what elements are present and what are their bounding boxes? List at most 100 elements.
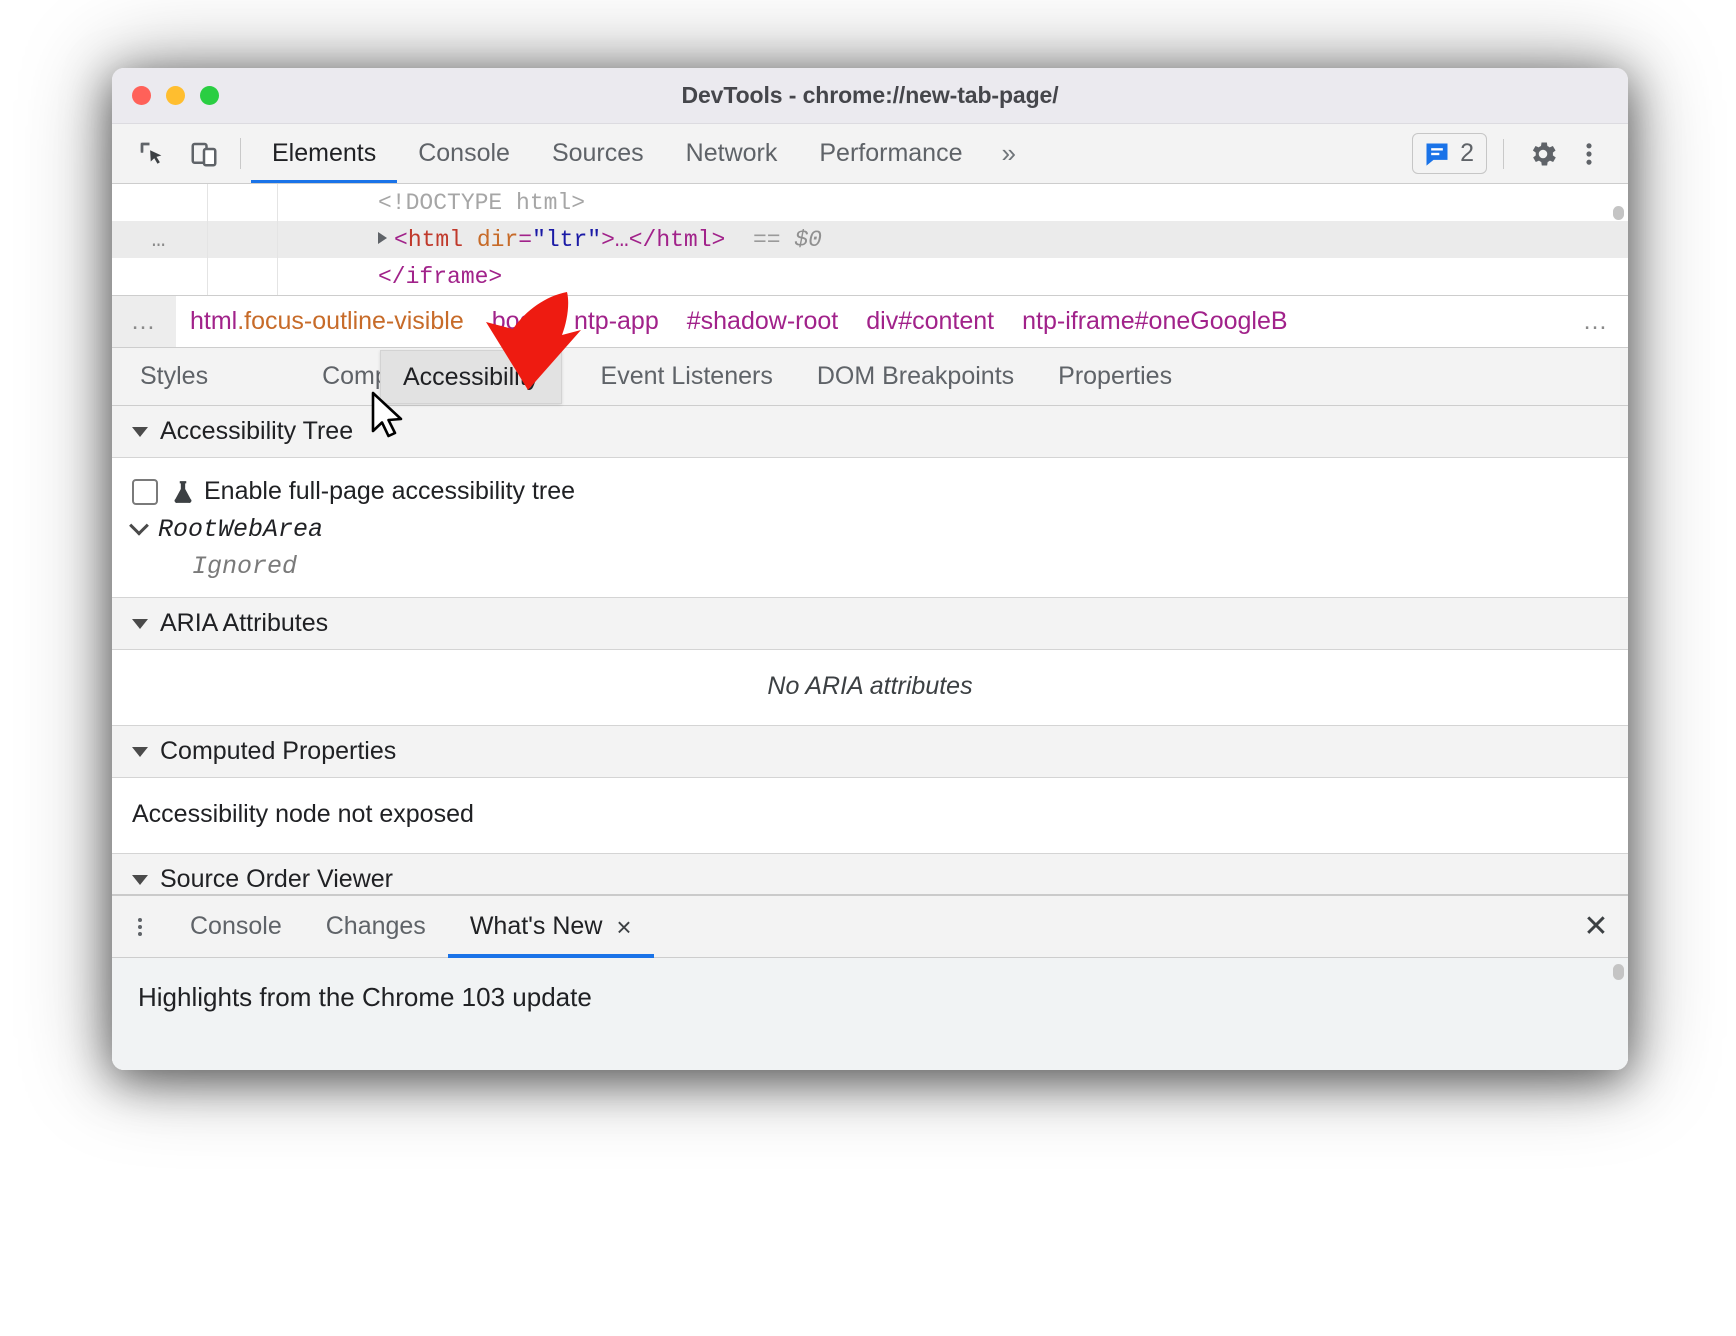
sidebar-tab-styles[interactable]: Styles — [118, 348, 230, 405]
tab-console[interactable]: Console — [397, 124, 531, 183]
tab-sources-label: Sources — [552, 139, 644, 168]
breadcrumb-item-ntp-iframe-label: ntp-iframe#oneGoogleB — [1022, 307, 1287, 335]
tab-elements[interactable]: Elements — [251, 124, 397, 183]
tab-network-label: Network — [686, 139, 778, 168]
close-drawer-icon[interactable]: ✕ — [1564, 896, 1628, 957]
toolbar-right-group: 2 — [1412, 124, 1628, 183]
section-header-computed-properties[interactable]: Computed Properties — [112, 726, 1628, 778]
dom-gutter-a — [112, 184, 208, 221]
dom-iframe-close-text: </iframe> — [278, 264, 502, 290]
screenshot-root: DevTools - chrome://new-tab-page/ — [0, 0, 1736, 1336]
dom-tag-name: html — [408, 227, 463, 253]
dom-doctype-text: <!DOCTYPE html> — [278, 190, 585, 216]
tab-elements-label: Elements — [272, 139, 376, 168]
drawer-content: Highlights from the Chrome 103 update — [112, 958, 1628, 1070]
dom-gutter-b — [208, 184, 278, 221]
drawer-kebab-menu-icon[interactable] — [112, 896, 168, 957]
dom-gutter-b — [208, 258, 278, 295]
breadcrumb-item-ntp-app[interactable]: ntp-app — [560, 307, 673, 336]
breadcrumb-overflow-left[interactable]: … — [112, 296, 176, 347]
section-title-source-order-viewer: Source Order Viewer — [160, 865, 393, 894]
sidebar-tab-accessibility[interactable]: Accessibility — [380, 350, 562, 404]
section-body-computed-properties: Accessibility node not exposed — [112, 778, 1628, 854]
breadcrumb-item-html[interactable]: html.focus-outline-visible — [176, 307, 478, 336]
drawer-tab-changes[interactable]: Changes — [304, 896, 448, 957]
breadcrumb-item-html-element: html — [190, 307, 237, 335]
gear-icon[interactable] — [1520, 131, 1566, 177]
toolbar-divider — [240, 138, 241, 169]
sidebar-tab-event-listeners[interactable]: Event Listeners — [579, 348, 795, 405]
section-header-aria-attributes[interactable]: ARIA Attributes — [112, 598, 1628, 650]
dom-html-node: <html dir="ltr">…</html> == $0 — [278, 227, 822, 253]
panel-tab-list: Elements Console Sources Network Perform… — [251, 124, 1034, 183]
experiment-flask-icon — [170, 478, 196, 506]
kebab-menu-icon[interactable] — [1566, 131, 1612, 177]
section-header-source-order-viewer[interactable]: Source Order Viewer — [112, 854, 1628, 894]
a11y-tree-node-rootwebarea[interactable]: RootWebArea — [112, 511, 1628, 548]
dom-selection-ref: $0 — [794, 227, 822, 253]
sidebar-tab-dom-breakpoints[interactable]: DOM Breakpoints — [795, 348, 1036, 405]
dom-gutter-b — [208, 221, 278, 258]
dom-gutter-a: … — [112, 221, 208, 258]
enable-full-page-tree-checkbox[interactable] — [132, 479, 158, 505]
enable-full-page-tree-label: Enable full-page accessibility tree — [204, 477, 575, 506]
tab-network[interactable]: Network — [665, 124, 799, 183]
section-body-accessibility-tree: Enable full-page accessibility tree Root… — [112, 458, 1628, 598]
devtools-drawer: Console Changes What's New × ✕ Highlight… — [112, 894, 1628, 1070]
tab-console-label: Console — [418, 139, 510, 168]
drawer-tab-console[interactable]: Console — [168, 896, 304, 957]
computed-properties-message: Accessibility node not exposed — [112, 778, 1628, 853]
drawer-scrollbar[interactable] — [1613, 964, 1624, 980]
breadcrumb-item-shadow-root[interactable]: #shadow-root — [673, 307, 852, 336]
breadcrumb-item-ntp-iframe[interactable]: ntp-iframe#oneGoogleB — [1008, 307, 1301, 336]
dom-eqeq: == — [753, 227, 781, 253]
section-title-computed-properties: Computed Properties — [160, 737, 396, 766]
dom-open-bracket: < — [394, 227, 408, 253]
sidebar-tab-properties[interactable]: Properties — [1036, 348, 1194, 405]
issues-badge[interactable]: 2 — [1412, 133, 1487, 174]
accessibility-panel: Accessibility Tree Enable full-page acce… — [112, 406, 1628, 894]
drawer-tab-whats-new[interactable]: What's New × — [448, 896, 654, 957]
aria-empty-message: No ARIA attributes — [112, 650, 1628, 725]
dom-gutter-a — [112, 258, 208, 295]
dom-close-bracket: > — [601, 227, 615, 253]
dom-row-iframe-close[interactable]: </iframe> — [112, 258, 1628, 295]
dom-collapsed-children: … — [615, 227, 629, 253]
more-tabs-chevron-icon[interactable]: » — [983, 124, 1033, 183]
devtools-window: DevTools - chrome://new-tab-page/ — [112, 68, 1628, 1070]
devtools-main-toolbar: Elements Console Sources Network Perform… — [112, 124, 1628, 184]
section-title-accessibility-tree: Accessibility Tree — [160, 417, 353, 446]
breadcrumb: … html.focus-outline-visible body ntp-ap… — [112, 296, 1628, 348]
tab-sources[interactable]: Sources — [531, 124, 665, 183]
breadcrumb-item-div-content-label: div#content — [866, 307, 994, 335]
breadcrumb-item-div-content[interactable]: div#content — [852, 307, 1008, 336]
section-header-accessibility-tree[interactable]: Accessibility Tree — [112, 406, 1628, 458]
issues-count: 2 — [1460, 139, 1474, 168]
breadcrumb-item-body[interactable]: body — [478, 307, 560, 336]
dom-closing-tag: </html> — [629, 227, 726, 253]
dom-attr-name: dir — [477, 227, 518, 253]
section-title-aria-attributes: ARIA Attributes — [160, 609, 328, 638]
window-title: DevTools - chrome://new-tab-page/ — [112, 82, 1628, 109]
dom-row-overflow-ellipsis[interactable]: … — [152, 227, 168, 253]
close-icon[interactable]: × — [616, 914, 631, 940]
dom-tree-scrollbar[interactable] — [1613, 206, 1624, 220]
tab-performance[interactable]: Performance — [798, 124, 983, 183]
chevron-down-icon[interactable] — [129, 515, 149, 535]
a11y-tree-node-state: Ignored — [112, 548, 1628, 585]
drawer-tab-list: Console Changes What's New × ✕ — [112, 896, 1628, 958]
caret-down-icon — [132, 427, 148, 437]
dom-tree-area: <!DOCTYPE html> … <html dir="ltr">…</htm… — [112, 184, 1628, 296]
tab-performance-label: Performance — [819, 139, 962, 168]
inspect-element-icon[interactable] — [126, 124, 178, 183]
breadcrumb-overflow-right[interactable]: … — [1564, 296, 1628, 347]
expand-triangle-icon[interactable] — [378, 232, 387, 244]
device-toolbar-icon[interactable] — [178, 124, 230, 183]
dom-row-html[interactable]: … <html dir="ltr">…</html> == $0 — [112, 221, 1628, 258]
enable-full-page-tree-row[interactable]: Enable full-page accessibility tree — [112, 472, 1628, 511]
whats-new-headline: Highlights from the Chrome 103 update — [112, 958, 1628, 1037]
dom-attr-value: "ltr" — [532, 227, 601, 253]
issues-message-icon — [1423, 140, 1451, 168]
dom-row-doctype[interactable]: <!DOCTYPE html> — [112, 184, 1628, 221]
breadcrumb-item-html-classes: .focus-outline-visible — [237, 307, 464, 335]
